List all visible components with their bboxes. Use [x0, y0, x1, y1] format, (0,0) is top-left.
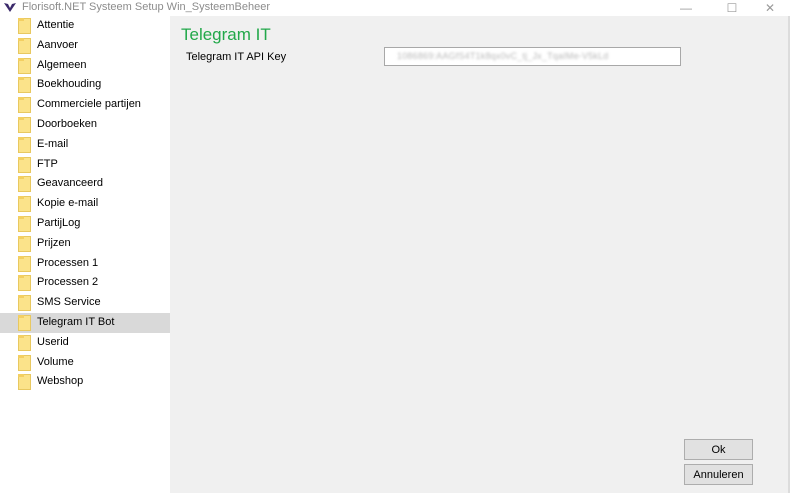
- sidebar-item[interactable]: Boekhouding: [0, 75, 170, 95]
- folder-icon: [18, 77, 31, 94]
- folder-icon: [18, 295, 31, 312]
- folder-icon: [18, 196, 31, 213]
- ok-button[interactable]: Ok: [684, 439, 753, 460]
- folder-icon: [18, 136, 31, 153]
- sidebar-item[interactable]: Commerciele partijen: [0, 95, 170, 115]
- sidebar-item-label: Boekhouding: [37, 78, 102, 91]
- folder-icon: [18, 18, 31, 34]
- app-logo-icon: [4, 3, 16, 12]
- sidebar-item-label: PartijLog: [37, 217, 81, 229]
- folder-icon: [18, 37, 31, 54]
- maximize-icon: ☐: [726, 1, 738, 15]
- sidebar-item[interactable]: Telegram IT Bot: [0, 313, 170, 333]
- maximize-button[interactable]: ☐: [712, 0, 752, 16]
- folder-icon: [18, 275, 31, 292]
- sidebar-item-label: Userid: [37, 335, 69, 348]
- folder-icon: [18, 235, 31, 252]
- sidebar-item[interactable]: Aanvoer: [0, 36, 170, 56]
- sidebar-item-label: Webshop: [37, 375, 84, 388]
- sidebar-item[interactable]: PartijLog: [0, 214, 170, 234]
- folder-icon: [18, 354, 31, 371]
- sidebar-item-label: Telegram IT Bot: [37, 316, 115, 328]
- sidebar-item-label: Doorboeken: [37, 118, 97, 130]
- sidebar-item[interactable]: FTP: [0, 155, 170, 175]
- minimize-button[interactable]: —: [666, 0, 706, 16]
- page-title: Telegram IT: [181, 25, 271, 44]
- folder-icon: [18, 374, 31, 391]
- sidebar-item-label: SMS Service: [37, 296, 101, 309]
- sidebar-item[interactable]: Geavanceerd: [0, 174, 170, 194]
- sidebar-item[interactable]: Prijzen: [0, 234, 170, 254]
- folder-icon: [18, 334, 31, 351]
- sidebar-item[interactable]: Kopie e-mail: [0, 194, 170, 214]
- sidebar-item[interactable]: Doorboeken: [0, 115, 170, 135]
- folder-icon: [18, 315, 31, 331]
- sidebar-item-label: Attentie: [37, 19, 75, 31]
- folder-icon: [18, 176, 31, 193]
- folder-icon: [18, 97, 31, 114]
- settings-panel: Telegram IT Telegram IT API Key 1086869:…: [170, 16, 790, 493]
- sidebar-item-label: Prijzen: [37, 236, 71, 249]
- sidebar-item-label: Volume: [37, 355, 74, 368]
- sidebar-item-label: Kopie e-mail: [37, 197, 99, 210]
- sidebar-item-label: Commerciele partijen: [37, 98, 141, 111]
- sidebar-item[interactable]: Algemeen: [0, 56, 170, 76]
- minimize-icon: —: [680, 1, 692, 15]
- sidebar-item-label: FTP: [37, 157, 58, 170]
- cancel-button[interactable]: Annuleren: [684, 464, 753, 485]
- sidebar-item[interactable]: Volume: [0, 353, 170, 373]
- sidebar-item[interactable]: Processen 2: [0, 273, 170, 293]
- sidebar-item[interactable]: Attentie: [0, 16, 170, 36]
- sidebar-item-label: Processen 2: [37, 276, 99, 289]
- window-title: Florisoft.NET Systeem Setup Win_SysteemB…: [22, 1, 271, 13]
- folder-icon: [18, 216, 31, 232]
- settings-category-list: Attentie Aanvoer Algemeen Boekhouding Commer…: [0, 16, 170, 493]
- api-key-input[interactable]: 1086869:AAGfS4T1k8qx0vC_tj_Jx_TqaIMe-V5k…: [384, 47, 681, 66]
- sidebar-item[interactable]: Processen 1: [0, 254, 170, 274]
- folder-icon: [18, 255, 31, 272]
- sidebar-item[interactable]: Userid: [0, 333, 170, 353]
- folder-icon: [18, 57, 31, 74]
- folder-icon: [18, 156, 31, 173]
- api-key-label: Telegram IT API Key: [186, 51, 287, 63]
- title-bar: Florisoft.NET Systeem Setup Win_SysteemB…: [0, 0, 790, 16]
- sidebar-item[interactable]: SMS Service: [0, 293, 170, 313]
- sidebar-item[interactable]: Webshop: [0, 372, 170, 392]
- sidebar-item-label: E-mail: [37, 137, 69, 150]
- sidebar-item[interactable]: E-mail: [0, 135, 170, 155]
- sidebar-item-label: Aanvoer: [37, 38, 78, 51]
- close-icon: ✕: [764, 1, 776, 15]
- folder-icon: [18, 117, 31, 133]
- sidebar-item-label: Geavanceerd: [37, 177, 104, 190]
- sidebar-item-label: Algemeen: [37, 58, 87, 71]
- close-button[interactable]: ✕: [750, 0, 790, 16]
- sidebar-item-label: Processen 1: [37, 256, 99, 269]
- api-key-value: 1086869:AAGfS4T1k8qx0vC_tj_Jx_TqaIMe-V5k…: [397, 51, 609, 61]
